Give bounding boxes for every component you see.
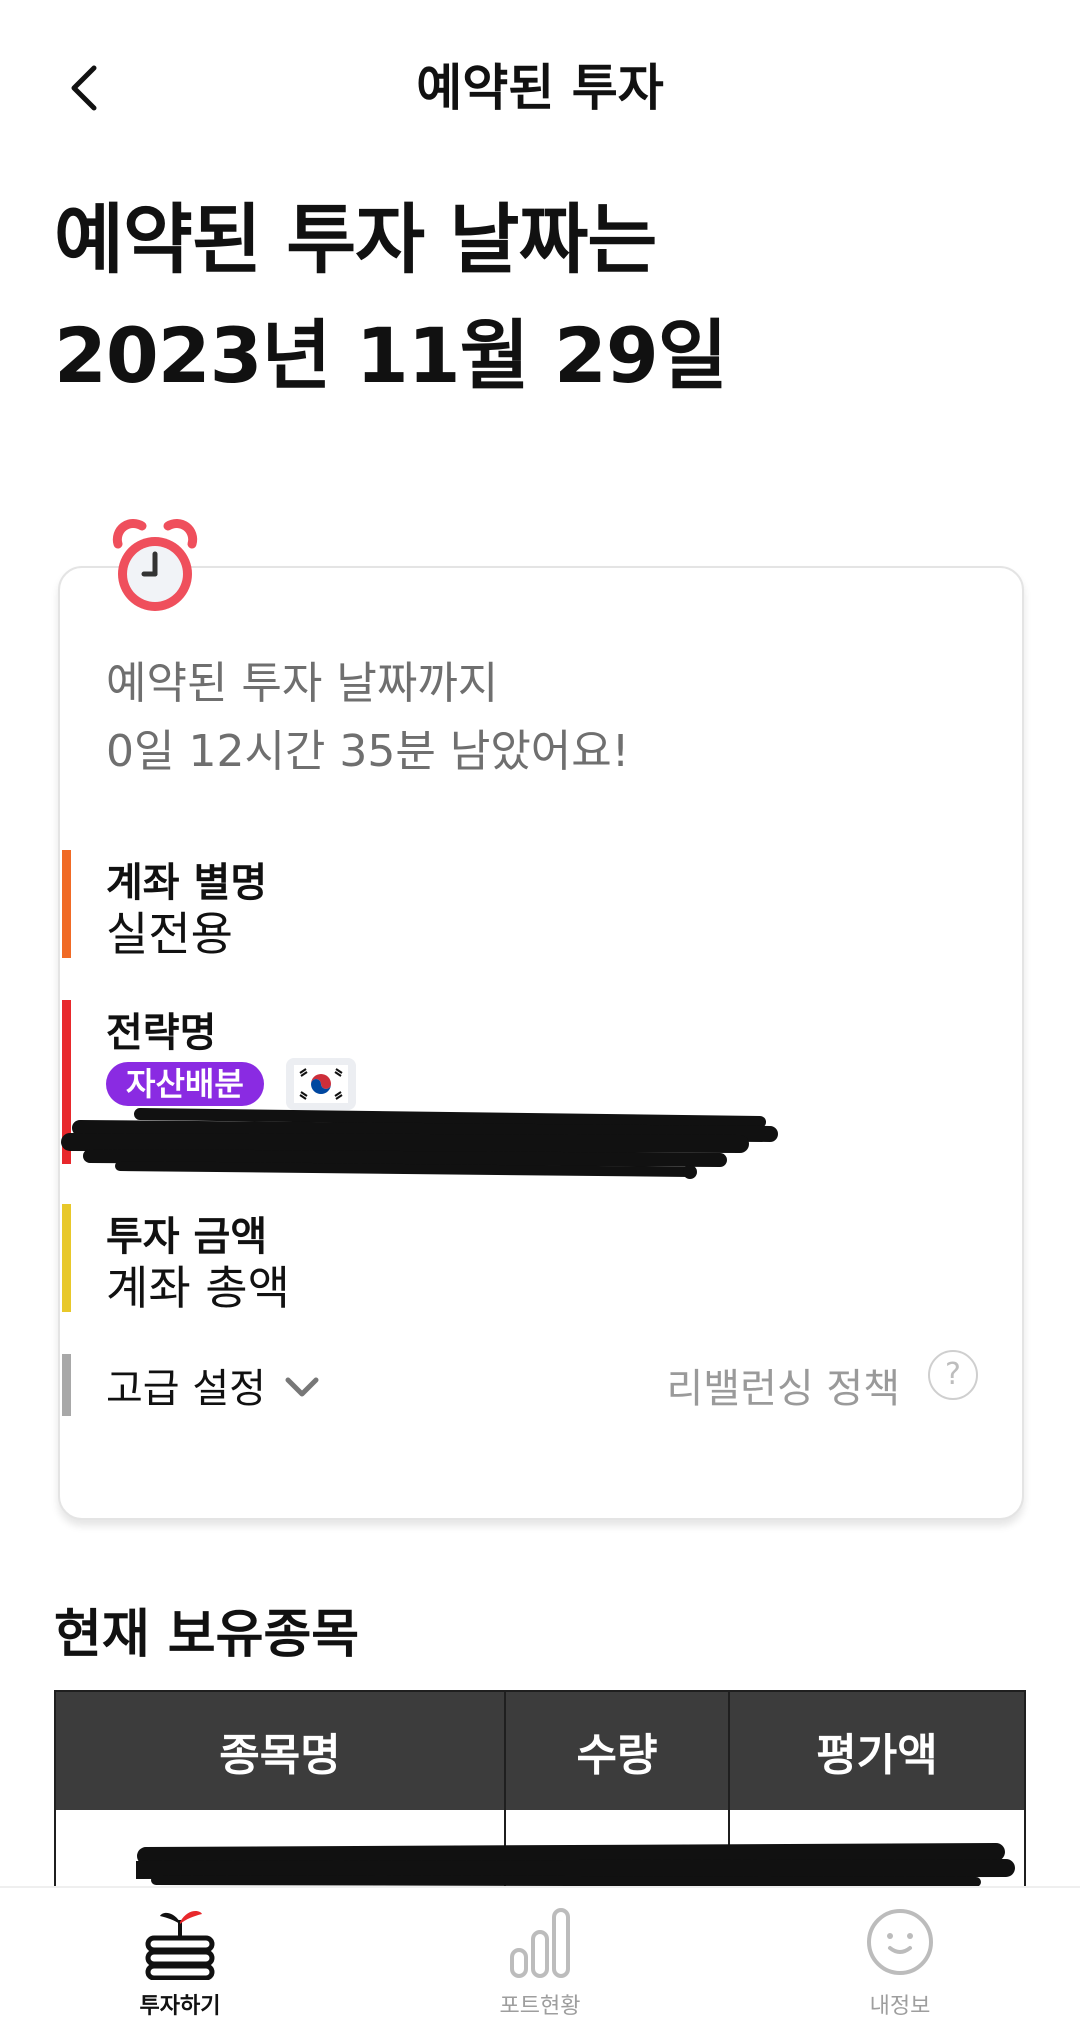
advanced-settings-row: 고급 설정 리밸런싱 정책 ? [60, 1350, 1020, 1418]
redaction-scribble [61, 1108, 778, 1179]
rebalancing-policy-link[interactable]: 리밸런싱 정책 [666, 1356, 900, 1414]
bar-chart-icon [510, 1908, 570, 1978]
hero-line-1: 예약된 투자 날짜는 [54, 195, 657, 284]
column-header-value: 평가액 [816, 1730, 938, 1781]
hero-heading: 예약된 투자 날짜는 2023년 11월 29일 [54, 182, 728, 414]
top-app-bar: 예약된 투자 [0, 0, 1080, 165]
section-bar-orange [62, 850, 71, 958]
countdown-line-2: 0일 12시간 35분 남았어요! [106, 726, 630, 777]
tab-my-info-label: 내정보 [869, 1994, 931, 2019]
hero-date: 2023년 11월 29일 [54, 311, 728, 400]
column-header-name: 종목명 [219, 1730, 341, 1781]
investment-amount-section: 투자 금액 계좌 총액 [60, 1204, 960, 1315]
countdown-line-1: 예약된 투자 날짜까지 [106, 658, 499, 709]
bottom-tab-bar: 투자하기 포트현황 내정보 [0, 1886, 1080, 2032]
question-circle-icon[interactable]: ? [928, 1350, 978, 1400]
investment-amount-value: 계좌 총액 [106, 1261, 290, 1315]
sprout-coins-icon [145, 1911, 215, 1980]
holdings-table: 종목명 수량 평가액 [54, 1690, 1026, 1890]
tab-invest-label: 투자하기 [139, 1994, 221, 2019]
advanced-settings-toggle[interactable]: 고급 설정 [106, 1356, 266, 1414]
strategy-label: 전략명 [106, 1010, 217, 1056]
table-header: 종목명 수량 평가액 [56, 1692, 1024, 1810]
reservation-card: 예약된 투자 날짜까지 0일 12시간 35분 남았어요! 계좌 별명 실전용 … [58, 566, 1024, 1520]
tab-invest[interactable]: 투자하기 [60, 1888, 300, 2032]
strategy-section: 전략명 자산배분 [60, 1000, 960, 1179]
smiley-face-icon [867, 1909, 933, 1975]
redaction-scribble [136, 1843, 1015, 1887]
section-bar-yellow [62, 1204, 71, 1312]
account-alias-value: 실전용 [106, 907, 233, 961]
countdown-text: 예약된 투자 날짜까지 0일 12시간 35분 남았어요! [106, 650, 629, 786]
tab-my-info[interactable]: 내정보 [780, 1888, 1020, 2032]
tab-portfolio[interactable]: 포트현황 [420, 1888, 660, 2032]
page-title: 예약된 투자 [416, 59, 664, 117]
section-bar-gray [62, 1354, 71, 1416]
account-alias-section: 계좌 별명 실전용 [60, 850, 960, 961]
chevron-down-icon[interactable] [282, 1374, 322, 1402]
alarm-clock-icon [108, 518, 202, 618]
holdings-title: 현재 보유종목 [54, 1605, 360, 1665]
column-header-quantity: 수량 [576, 1730, 658, 1781]
tab-portfolio-label: 포트현황 [499, 1994, 581, 2019]
